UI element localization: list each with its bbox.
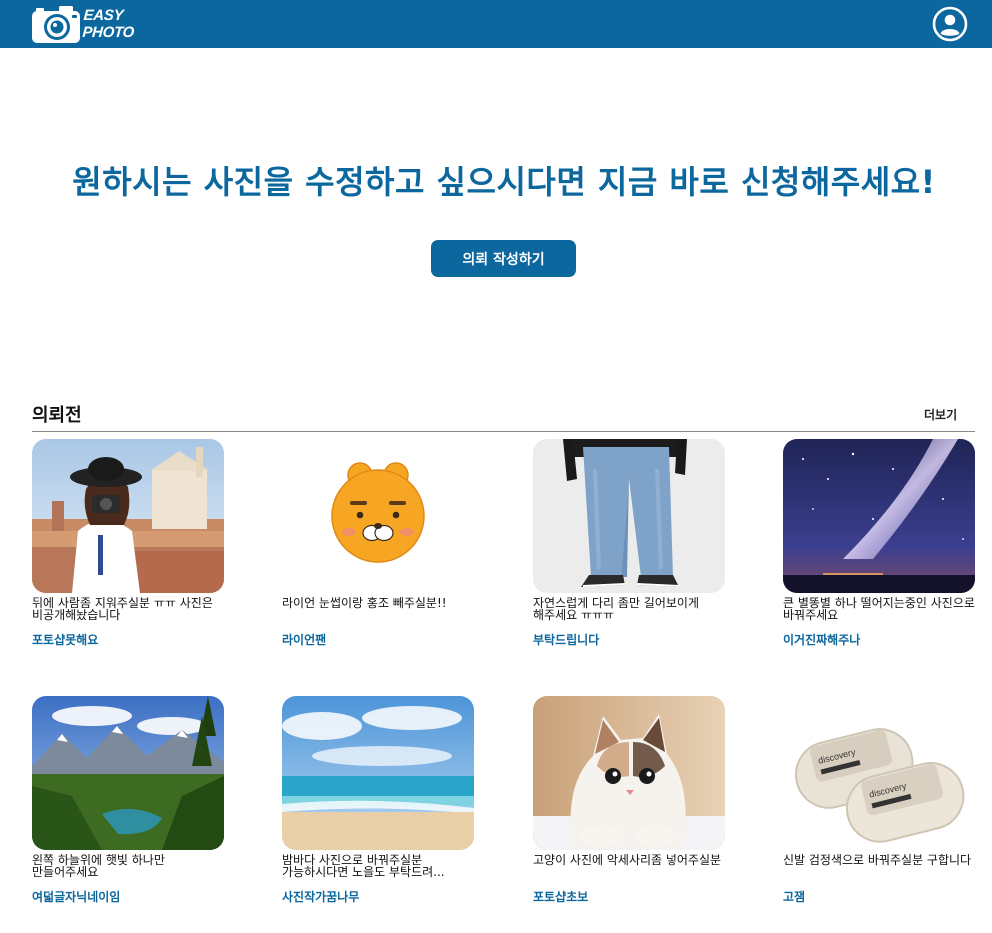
section-title: 의뢰전 [32,405,82,426]
request-card[interactable]: discovery discovery 신발 검정색으로 바꿔주실분 구합니다 … [783,696,975,905]
card-description: 고양이 사진에 악세사리좀 넣어주실분 [533,854,722,867]
card-description: 라이언 눈썹이랑 홍조 빼주실분!! [282,597,447,610]
request-card[interactable]: 자연스럽게 다리 좀만 길어보이게 해주세요 ㅠㅠㅠ 부탁드립니다 [533,439,725,648]
jeans-photo [533,439,725,593]
user-circle-icon[interactable] [932,6,968,42]
card-description: 큰 별똥별 하나 떨어지는중인 사진으로 바꿔주세요 [783,597,975,622]
request-card[interactable]: 왼쪽 하늘위에 햇빛 하나만 만들어주세요 여덟글자닉네이임 [32,696,224,905]
card-description: 밤바다 사진으로 바꿔주실분 가능하시다면 노을도 부탁드려... [282,854,445,879]
logo[interactable]: EASY PHOTO [31,4,135,44]
card-author[interactable]: 라이언팬 [282,631,474,648]
card-author[interactable]: 이거진짜해주나 [783,631,975,648]
request-card[interactable]: 고양이 사진에 악세사리좀 넣어주실분 포토샵초보 [533,696,725,905]
card-description: 뒤에 사람좀 지워주실분 ㅠㅠ 사진은 비공개해놨습니다 [32,597,213,622]
card-author[interactable]: 부탁드립니다 [533,631,725,648]
ryan-character-photo [282,439,474,593]
card-author[interactable]: 사진작가꿈나무 [282,888,474,905]
card-author[interactable]: 여덟글자닉네이임 [32,888,224,905]
card-author[interactable]: 포토샵초보 [533,888,725,905]
milky-way-photo [783,439,975,593]
request-card[interactable]: 뒤에 사람좀 지워주실분 ㅠㅠ 사진은 비공개해놨습니다 포토샵못해요 [32,439,224,648]
cat-photo [533,696,725,850]
slippers-photo: discovery discovery [783,696,975,850]
request-card[interactable]: 큰 별똥별 하나 떨어지는중인 사진으로 바꿔주세요 이거진짜해주나 [783,439,975,648]
mountain-lake-photo [32,696,224,850]
card-description: 자연스럽게 다리 좀만 길어보이게 해주세요 ㅠㅠㅠ [533,597,700,622]
request-card[interactable]: 라이언 눈썹이랑 홍조 빼주실분!! 라이언팬 [282,439,474,648]
card-description: 신발 검정색으로 바꿔주실분 구합니다 [783,854,972,867]
more-link[interactable]: 더보기 [924,406,957,423]
card-description: 왼쪽 하늘위에 햇빛 하나만 만들어주세요 [32,854,165,879]
beach-photo [282,696,474,850]
logo-text: EASY PHOTO [82,7,136,41]
woman-with-camera-photo [32,439,224,593]
camera-icon [32,6,80,43]
logo-line-1: EASY [83,7,124,24]
hero-title: 원하시는 사진을 수정하고 싶으시다면 지금 바로 신청해주세요! [72,163,936,201]
card-author[interactable]: 고잼 [783,888,975,905]
section-divider [32,431,975,432]
card-author[interactable]: 포토샵못해요 [32,631,224,648]
logo-line-2: PHOTO [81,24,135,41]
top-navbar: EASY PHOTO [0,0,992,48]
write-request-button[interactable]: 의뢰 작성하기 [431,240,576,277]
request-card[interactable]: 밤바다 사진으로 바꿔주실분 가능하시다면 노을도 부탁드려... 사진작가꿈나… [282,696,474,905]
